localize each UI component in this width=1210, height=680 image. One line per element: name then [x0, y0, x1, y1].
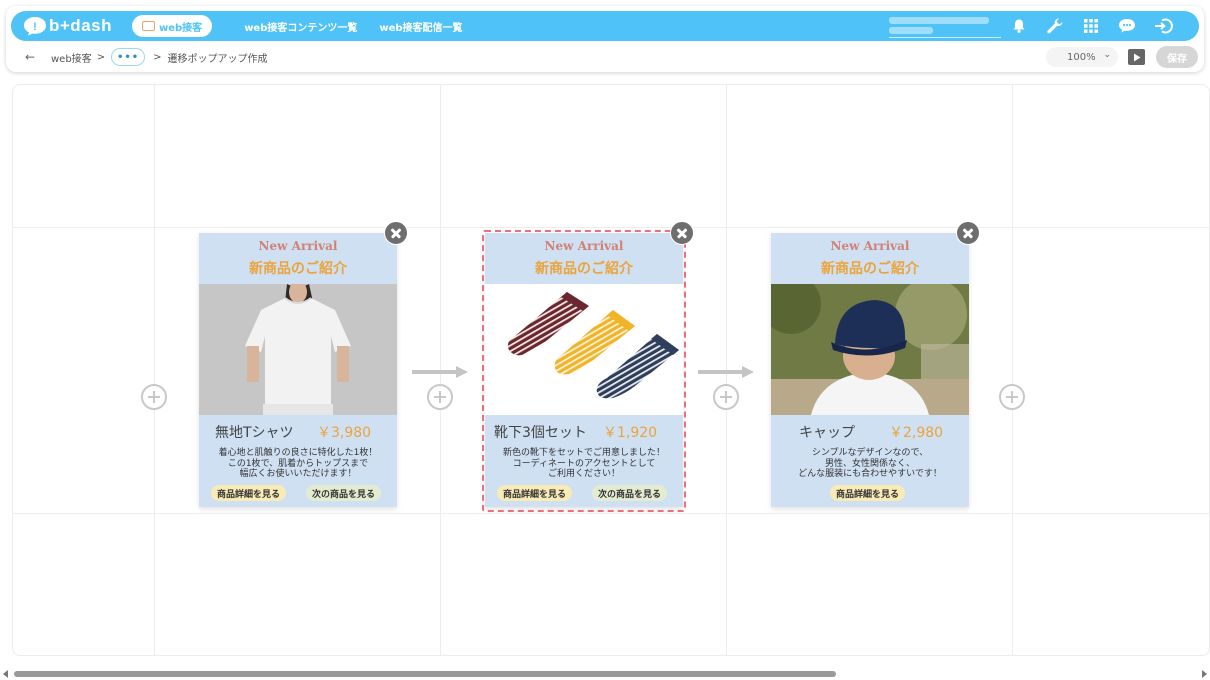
save-button[interactable]: 保存 — [1156, 46, 1198, 68]
header: ! b+dash web接客 web接客コンテンツ一覧 web接客配信一覧 ← … — [6, 6, 1204, 72]
chat-support-icon[interactable] — [1109, 11, 1145, 41]
web-window-icon — [142, 21, 155, 31]
add-popup-button[interactable] — [713, 384, 739, 410]
popup-card-tshirt[interactable]: New Arrival 新商品のご紹介 無地Tシャツ ￥3,980 着心地と肌触… — [199, 233, 397, 507]
play-icon — [1133, 53, 1140, 61]
close-icon[interactable] — [956, 221, 980, 245]
flow-arrow-icon — [698, 366, 754, 378]
breadcrumb-separator: > — [153, 51, 162, 63]
grid-line — [154, 85, 155, 655]
logout-icon[interactable] — [1145, 11, 1181, 41]
add-popup-button[interactable] — [999, 384, 1025, 410]
logo-speech-bubble-icon: ! — [23, 16, 47, 36]
app-logo[interactable]: ! b+dash — [23, 16, 112, 36]
popup-eyebrow: New Arrival — [258, 239, 338, 253]
flow-arrow-icon — [412, 366, 468, 378]
scrollbar-thumb[interactable] — [14, 671, 836, 677]
nav-pill-label: web接客 — [159, 22, 203, 34]
product-price: ￥3,980 — [317, 425, 372, 441]
popup-title: 新商品のご紹介 — [821, 261, 919, 277]
nav-web-service-active[interactable]: web接客 — [132, 15, 213, 37]
description-line: 幅広くお使いいただけます！ — [239, 469, 357, 479]
close-icon[interactable] — [670, 221, 694, 245]
product-detail-button[interactable]: 商品詳細を見る — [211, 485, 287, 501]
top-icon-group — [1001, 11, 1181, 41]
description-line: シンプルなデザインなので、 — [811, 448, 929, 458]
selected-popup-outline — [482, 230, 686, 512]
product-name: キャップ — [799, 425, 855, 441]
zoom-value: 100% — [1067, 51, 1096, 63]
back-arrow-icon[interactable]: ← — [25, 50, 39, 64]
scroll-right-arrow-icon[interactable] — [1202, 670, 1207, 678]
grid-line — [13, 513, 1209, 514]
add-popup-button[interactable] — [141, 384, 167, 410]
zoom-select[interactable]: 100% ⌄ — [1046, 47, 1118, 67]
horizontal-scrollbar[interactable] — [0, 666, 1210, 680]
add-popup-button[interactable] — [427, 384, 453, 410]
user-underline — [889, 37, 1001, 38]
user-name-blurred — [889, 17, 989, 24]
product-name: 無地Tシャツ — [215, 425, 294, 441]
bell-icon[interactable] — [1001, 11, 1037, 41]
product-image-cap — [771, 284, 969, 415]
breadcrumb-separator: > — [96, 51, 106, 63]
grid-apps-icon[interactable] — [1073, 11, 1109, 41]
nav-link-delivery-list[interactable]: web接客配信一覧 — [379, 19, 462, 34]
breadcrumb-ellipsis-button[interactable]: ••• — [111, 48, 146, 66]
breadcrumb-current: 遷移ポップアップ作成 — [167, 53, 268, 65]
close-icon[interactable] — [384, 221, 408, 245]
user-org-blurred — [889, 27, 933, 34]
product-image-tshirt — [199, 284, 397, 415]
description-line: 着心地と肌触りの良さに特化した1枚！ — [218, 448, 378, 458]
logo-text: b+dash — [49, 16, 112, 35]
top-navigation-bar: ! b+dash web接客 web接客コンテンツ一覧 web接客配信一覧 — [11, 11, 1199, 41]
product-description: 着心地と肌触りの良さに特化した1枚！ この1枚で、肌着からトップスまで 幅広くお… — [199, 448, 397, 480]
breadcrumb-bar: ← web接客 > ••• > 遷移ポップアップ作成 100% ⌄ 保存 — [6, 46, 1204, 68]
next-product-button[interactable]: 次の商品を見る — [306, 485, 382, 501]
description-line: この1枚で、肌着からトップスまで — [227, 458, 369, 469]
popup-card-cap[interactable]: New Arrival 新商品のご紹介 キャップ ￥2,980 シンプルなデザイ… — [771, 233, 969, 507]
breadcrumb-root[interactable]: web接客 — [51, 50, 92, 65]
description-line: どんな服装にも合わせやすいです！ — [798, 469, 942, 479]
nav-link-content-list[interactable]: web接客コンテンツ一覧 — [244, 19, 357, 34]
popup-eyebrow: New Arrival — [830, 239, 910, 253]
grid-line — [1012, 85, 1013, 655]
description-line: 男性、女性関係なく、 — [824, 458, 915, 469]
user-account-info[interactable] — [889, 14, 1001, 38]
scroll-left-arrow-icon[interactable] — [3, 670, 8, 678]
product-detail-button[interactable]: 商品詳細を見る — [830, 485, 906, 501]
svg-text:!: ! — [33, 21, 37, 33]
chevron-down-icon: ⌄ — [1103, 50, 1111, 60]
product-description: シンプルなデザインなので、 男性、女性関係なく、 どんな服装にも合わせやすいです… — [771, 448, 969, 480]
grid-line — [13, 227, 1209, 228]
preview-play-button[interactable] — [1128, 49, 1145, 65]
product-price: ￥2,980 — [889, 425, 944, 441]
flow-canvas: New Arrival 新商品のご紹介 無地Tシャツ ￥3,980 着心地と肌触… — [12, 84, 1210, 656]
popup-title: 新商品のご紹介 — [249, 261, 347, 277]
wrench-icon[interactable] — [1037, 11, 1073, 41]
